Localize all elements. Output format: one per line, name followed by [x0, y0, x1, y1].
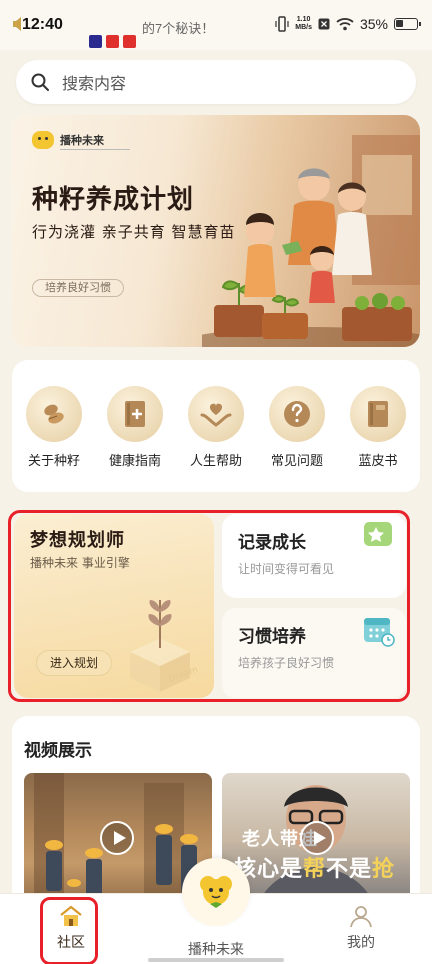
banner-title: 种籽养成计划: [32, 185, 195, 215]
seed-icon: [26, 386, 82, 442]
video-section-title: 视频展示: [24, 741, 92, 761]
quick-item-health-guide[interactable]: 健康指南: [97, 386, 173, 469]
search-placeholder: 搜索内容: [62, 74, 127, 93]
center-tab-button[interactable]: [182, 858, 250, 926]
notification-preview: 的7个秘诀！: [68, 18, 214, 48]
quick-item-about-seed[interactable]: 关于种籽: [16, 386, 92, 469]
search-icon: [31, 73, 49, 91]
quick-menu: 关于种籽 健康指南 人生帮助 常见问题 蓝皮书: [12, 360, 420, 492]
mascot-icon: [200, 876, 232, 908]
status-bar: 12:40 的7个秘诀！ 1.10 MB/s 35%: [0, 0, 432, 50]
quick-item-faq[interactable]: 常见问题: [259, 386, 335, 469]
calendar-clock-icon: [364, 618, 395, 647]
quick-item-life-help[interactable]: 人生帮助: [178, 386, 254, 469]
banner-tag: 培养良好习惯: [32, 279, 124, 297]
status-icons: 1.10 MB/s 35%: [275, 14, 421, 34]
search-input[interactable]: 搜索内容: [16, 60, 416, 104]
center-tab-label: 播种未来: [188, 942, 244, 958]
habit-training-card[interactable]: 习惯培养 培养孩子良好习惯: [222, 608, 406, 698]
record-growth-subtitle: 让时间变得可看见: [238, 562, 335, 576]
habit-training-subtitle: 培养孩子良好习惯: [238, 656, 335, 670]
habit-training-title: 习惯培养: [238, 627, 306, 647]
promo-banner[interactable]: 播种未来 种籽养成计划 行为浇灌 亲子共育 智慧育苗 培养良好习惯: [12, 115, 420, 347]
record-growth-card[interactable]: 记录成长 让时间变得可看见: [222, 514, 406, 598]
health-book-icon: [107, 386, 163, 442]
battery-icon: [394, 18, 421, 30]
banner-logo: 播种未来: [32, 131, 104, 149]
brand-logo-icon: [32, 131, 54, 149]
star-badge-icon: [364, 522, 392, 546]
question-icon: [269, 386, 325, 442]
wifi-icon: [336, 18, 354, 31]
profile-icon: [350, 906, 372, 928]
app-badge-icon: [123, 35, 136, 48]
dream-box-illustration: Dream: [130, 600, 199, 692]
gesture-bar: [148, 958, 284, 962]
enter-planning-button[interactable]: 进入规划: [36, 650, 112, 676]
tab-home[interactable]: 社区: [26, 904, 116, 952]
record-growth-title: 记录成长: [238, 533, 306, 553]
battery-percent: 35%: [359, 16, 388, 32]
dream-planner-card[interactable]: 梦想规划师 播种未来 事业引擎 Dream 进入规划: [14, 514, 214, 698]
quick-item-blue-book[interactable]: 蓝皮书: [340, 386, 416, 469]
heart-hands-icon: [188, 386, 244, 442]
home-icon: [60, 905, 82, 926]
vibrate-icon: [275, 16, 289, 32]
app-badge-icon: [89, 35, 102, 48]
dream-planner-subtitle: 播种未来 事业引擎: [30, 556, 130, 570]
logo-divider: [60, 149, 130, 152]
no-sim-icon: [318, 18, 330, 30]
status-time: 12:40: [22, 16, 63, 33]
network-speed: 1.10 MB/s: [295, 16, 312, 31]
play-icon[interactable]: [100, 821, 134, 855]
tab-profile[interactable]: 我的: [316, 904, 406, 952]
family-gardening-illustration: [202, 135, 420, 347]
dream-planner-title: 梦想规划师: [30, 530, 125, 551]
play-icon[interactable]: [300, 821, 334, 855]
video-caption-line2: 核心是帮不是抢: [234, 857, 396, 882]
app-badge-icon: [106, 35, 119, 48]
blue-book-icon: [350, 386, 406, 442]
